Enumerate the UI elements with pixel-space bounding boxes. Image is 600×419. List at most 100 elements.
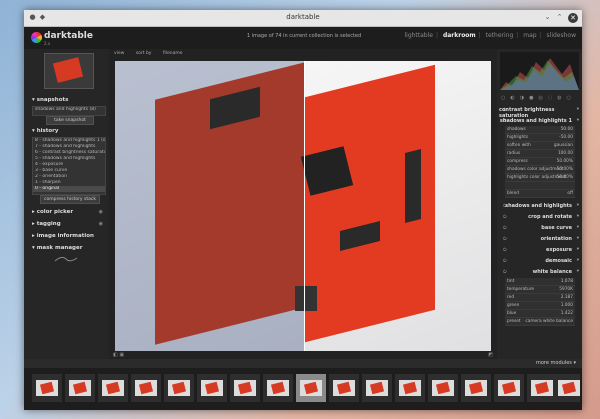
power-icon[interactable]: ⏻ [503, 214, 507, 220]
presets-icon[interactable]: ▾ [577, 214, 579, 219]
power-icon[interactable]: ⏻ [503, 225, 507, 231]
filmstrip-thumbnail[interactable] [98, 374, 128, 402]
power-icon[interactable]: ⏻ [503, 269, 507, 275]
right-panel: ○◐◑●◎◌◍○ ⏻ contrast brightness saturatio… [497, 49, 582, 359]
compress-history-button[interactable]: compress history stack [40, 195, 100, 204]
module-demosaic[interactable]: ⏻ demosaic ▾ [499, 256, 580, 265]
filmstrip-thumbnail[interactable] [329, 374, 359, 402]
logo-version: 2.x [44, 41, 51, 46]
filmstrip-thumbnail[interactable] [164, 374, 194, 402]
module-contrast-brightness-saturation[interactable]: ⏻ contrast brightness saturation ▾ [499, 105, 580, 119]
presets-icon[interactable]: ▾ [577, 236, 579, 241]
power-icon[interactable]: ⏻ [503, 236, 507, 242]
view-lighttable[interactable]: lighttable [404, 32, 433, 39]
close-button[interactable]: ✕ [568, 13, 578, 23]
selection-status: 1 image of 74 in current collection is s… [246, 33, 362, 39]
maximize-icon[interactable]: ⌃ [555, 13, 564, 22]
view-slideshow[interactable]: slideshow [547, 32, 576, 39]
center-bottom-icons: ◧ ▣ [113, 352, 124, 358]
filmstrip-thumbnail[interactable] [362, 374, 392, 402]
presets-icon[interactable]: ▾ [577, 258, 579, 263]
module-shadows-and-highlights-1[interactable]: ⏻ shadows and highlights 1 ▾ [499, 116, 580, 125]
view-darkroom[interactable]: darkroom [443, 32, 476, 39]
snapshot-divider[interactable] [304, 61, 305, 351]
take-snapshot-button[interactable]: take snapshot [46, 116, 94, 125]
color-assess-icon[interactable]: ▣ [119, 352, 124, 358]
more-modules-dropdown[interactable]: more modules ▾ [536, 360, 576, 366]
overexposed-icon[interactable]: ◩ [488, 352, 493, 358]
filmstrip-thumbnail[interactable] [554, 374, 580, 402]
power-icon[interactable]: ⏻ [503, 247, 507, 253]
presets-icon[interactable]: ▾ [577, 203, 579, 208]
histogram[interactable] [500, 52, 579, 90]
param-red[interactable]: red 2.187 [505, 294, 575, 302]
mask-manager-header[interactable]: ▾ mask manager [32, 245, 82, 251]
filmstrip-thumbnail[interactable] [197, 374, 227, 402]
power-connector [295, 286, 317, 311]
presets-icon[interactable]: ▾ [577, 118, 579, 123]
filmstrip-thumbnail[interactable] [461, 374, 491, 402]
module-white-balance[interactable]: ⏻ white balance ▾ [499, 267, 580, 276]
navigation-thumbnail[interactable] [44, 53, 94, 89]
history-item[interactable]: 0 - original [33, 186, 105, 192]
filmstrip-thumbnail[interactable] [494, 374, 524, 402]
filmstrip-thumbnail[interactable] [263, 374, 293, 402]
power-icon[interactable]: ⏻ [503, 258, 507, 264]
snapshot-item[interactable]: shadows and highlights (8) [33, 107, 105, 113]
view-tethering[interactable]: tethering [486, 32, 514, 39]
param-preset[interactable]: preset camera white balance [505, 318, 575, 326]
param-radius[interactable]: radius 100.00 [505, 150, 575, 158]
white-balance-params: tint 1.078 temperature 5970K red 2.187 gree… [505, 278, 575, 326]
filmstrip-thumbnail[interactable] [230, 374, 260, 402]
left-panel: ▾ snapshots shadows and highlights (8) t… [24, 49, 109, 359]
pin-header [405, 149, 421, 223]
param-highlights[interactable]: highlights -50.00 [505, 134, 575, 142]
filmstrip-thumbnail-selected[interactable] [296, 374, 326, 402]
filmstrip-thumbnail[interactable] [527, 374, 557, 402]
snapshots-header[interactable]: ▾ snapshots [32, 97, 68, 103]
param-highlights-color-adjustment[interactable]: highlights color adjustment 50.00% [505, 174, 575, 182]
presets-icon[interactable]: ▾ [577, 107, 579, 112]
history-header[interactable]: ▾ history [32, 128, 58, 134]
app-header: darktable 2.x 1 image of 74 in current c… [24, 27, 582, 49]
color-picker-icon: ◉ [98, 209, 103, 215]
param-soften-with[interactable]: soften with gaussian [505, 142, 575, 150]
style-icon[interactable]: ◧ [113, 352, 118, 358]
param-blend[interactable]: blend off [505, 190, 575, 198]
presets-icon[interactable]: ▾ [577, 225, 579, 230]
param-temperature[interactable]: temperature 5970K [505, 286, 575, 294]
filmstrip-thumbnail[interactable] [131, 374, 161, 402]
param-shadows[interactable]: shadows 50.00 [505, 126, 575, 134]
presets-icon[interactable]: ▾ [577, 269, 579, 274]
module-base-curve[interactable]: ⏻ base curve ▾ [499, 223, 580, 232]
module-orientation[interactable]: ⏻ orientation ▾ [499, 234, 580, 243]
param-green[interactable]: green 1.000 [505, 302, 575, 310]
filmstrip [24, 368, 582, 410]
tagging-header[interactable]: ▸ tagging [32, 221, 61, 227]
param-spacer [505, 182, 575, 190]
histogram-graph [500, 58, 579, 90]
image-information-header[interactable]: ▸ image information [32, 233, 94, 239]
filmstrip-thumbnail[interactable] [65, 374, 95, 402]
color-picker-header[interactable]: ▸ color picker [32, 209, 73, 215]
view-switcher: lighttable | darkroom | tethering | map | sl… [404, 32, 576, 39]
minimize-icon[interactable]: ⌄ [543, 13, 552, 22]
filmstrip-thumbnail[interactable] [428, 374, 458, 402]
param-tint[interactable]: tint 1.078 [505, 278, 575, 286]
sort-by-dropdown[interactable]: filename [163, 51, 183, 56]
center-view: view sort by filename ◧ ▣ ◩ [109, 49, 497, 359]
presets-icon[interactable]: ▾ [577, 247, 579, 252]
param-blue[interactable]: blue 1.422 [505, 310, 575, 318]
module-exposure[interactable]: ⏻ exposure ▾ [499, 245, 580, 254]
main-image[interactable] [115, 61, 491, 351]
param-shadows-color-adjustment[interactable]: shadows color adjustment 50.00% [505, 166, 575, 174]
filmstrip-thumbnail[interactable] [395, 374, 425, 402]
filmstrip-thumbnail[interactable] [32, 374, 62, 402]
view-dropdown[interactable]: view [114, 51, 124, 56]
view-map[interactable]: map [523, 32, 536, 39]
module-shadows-and-highlights[interactable]: ⏻ shadows and highlights ▾ [499, 201, 580, 210]
module-group-icons[interactable]: ○◐◑●◎◌◍○ [501, 95, 578, 101]
module-crop-and-rotate[interactable]: ⏻ crop and rotate ▾ [499, 212, 580, 221]
param-compress[interactable]: compress 50.00% [505, 158, 575, 166]
window-title: darktable [286, 13, 320, 21]
